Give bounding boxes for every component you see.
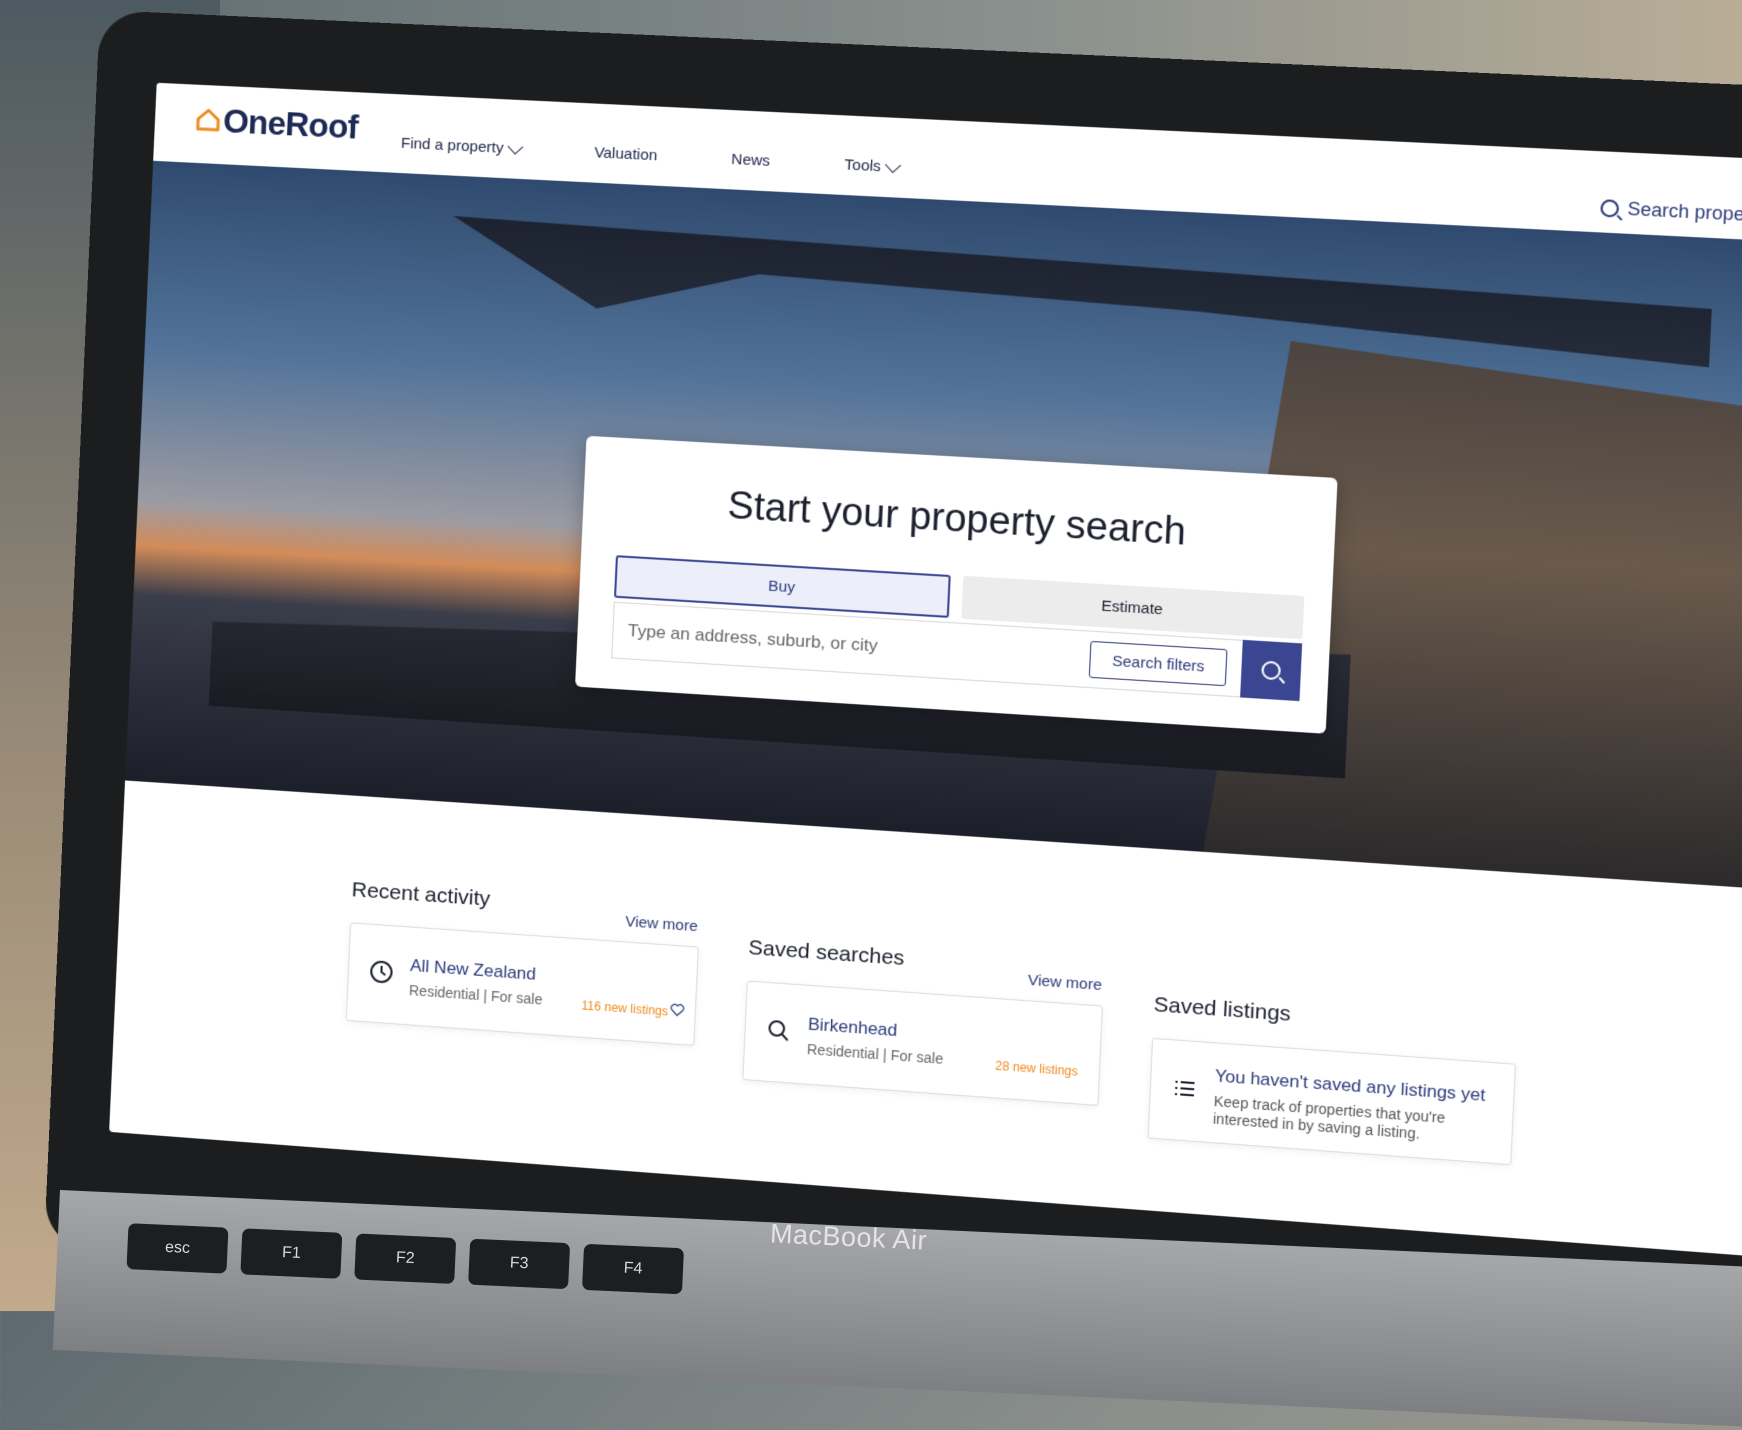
recent-activity-section: Recent activity View more All New Zealan…	[351, 878, 699, 926]
item-sub: Residential | For sale	[807, 1041, 944, 1067]
new-listings-badge: 28 new listings	[995, 1058, 1078, 1078]
nav-news[interactable]: News	[731, 151, 771, 170]
nav-label: News	[731, 151, 771, 170]
section-title: Saved listings	[1153, 993, 1516, 1043]
laptop-bezel: OneRoof Find a property Valuation News T…	[44, 10, 1742, 1386]
saved-listings-empty-card: You haven't saved any listings yet Keep …	[1147, 1038, 1515, 1165]
nav-label: Find a property	[401, 135, 504, 157]
search-title: Start your property search	[583, 476, 1336, 563]
key-f4: F4	[582, 1244, 684, 1294]
item-name: Birkenhead	[808, 1014, 898, 1041]
nav-valuation[interactable]: Valuation	[594, 144, 658, 164]
nav-find-property[interactable]: Find a property	[401, 135, 522, 158]
search-icon	[1261, 661, 1281, 681]
search-link-label: Search properties	[1627, 198, 1742, 227]
nav-label: Valuation	[594, 144, 658, 164]
item-sub: Residential | For sale	[409, 982, 543, 1008]
search-submit-button[interactable]	[1240, 640, 1302, 701]
search-icon	[766, 1018, 792, 1044]
key-esc: esc	[126, 1223, 228, 1273]
nav-tools[interactable]: Tools	[844, 156, 899, 176]
list-icon	[1171, 1075, 1197, 1101]
clock-icon	[369, 959, 394, 985]
house-logo-icon	[195, 107, 222, 134]
key-f3: F3	[468, 1239, 570, 1289]
browser-screen: OneRoof Find a property Valuation News T…	[109, 83, 1742, 1260]
saved-search-card[interactable]: Birkenhead Residential | For sale 28 new…	[742, 980, 1103, 1105]
logo[interactable]: OneRoof	[194, 101, 358, 147]
key-row: esc F1 F2 F3 F4	[126, 1223, 684, 1294]
saved-searches-section: Saved searches View more Birkenhead Resi…	[748, 936, 1103, 985]
nav-label: Tools	[844, 156, 881, 175]
search-properties-link[interactable]: Search properties	[1600, 197, 1742, 228]
chevron-down-icon	[885, 157, 901, 173]
new-listings-badge: 116 new listings	[581, 998, 668, 1018]
hero-image: Start your property search Buy Estimate …	[125, 161, 1742, 893]
saved-listings-section: Saved listings You haven't saved any lis…	[1153, 993, 1516, 1043]
logo-text: OneRoof	[222, 102, 358, 147]
key-f1: F1	[240, 1228, 342, 1278]
item-name: All New Zealand	[410, 956, 537, 985]
key-f2: F2	[354, 1233, 456, 1283]
search-icon	[1600, 199, 1619, 218]
recent-activity-card[interactable]: All New Zealand Residential | For sale 1…	[346, 922, 699, 1046]
main-nav: Find a property Valuation News Tools	[401, 135, 899, 176]
heart-icon[interactable]	[670, 1003, 685, 1018]
recent-view-more-link[interactable]: View more	[625, 913, 698, 935]
search-card: Start your property search Buy Estimate …	[575, 436, 1338, 734]
chevron-down-icon	[507, 138, 523, 154]
